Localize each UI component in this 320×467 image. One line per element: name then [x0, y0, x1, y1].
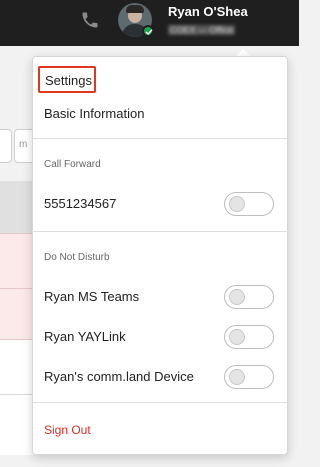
sign-out-menu-item[interactable]: Sign Out	[44, 423, 91, 437]
toggle-knob	[229, 289, 245, 305]
user-name[interactable]: Ryan O'Shea	[168, 4, 248, 19]
divider	[32, 138, 288, 139]
dnd-device-label: Ryan YAYLink	[44, 329, 126, 344]
background-input[interactable]	[0, 129, 12, 163]
user-status: COEX — Office	[168, 25, 235, 35]
dnd-ms-teams-toggle[interactable]	[224, 285, 274, 309]
phone-icon[interactable]	[80, 10, 100, 30]
presence-available-icon	[142, 25, 154, 37]
avatar-hair	[126, 5, 144, 13]
dnd-device-label: Ryan's comm.land Device	[44, 369, 194, 384]
toggle-knob	[229, 369, 245, 385]
background-input-placeholder: m	[19, 139, 28, 150]
do-not-disturb-section-label: Do Not Disturb	[44, 252, 110, 263]
dnd-device-label: Ryan MS Teams	[44, 289, 140, 304]
call-forward-section-label: Call Forward	[44, 159, 101, 170]
basic-information-menu-item[interactable]: Basic Information	[44, 106, 144, 121]
call-forward-toggle[interactable]	[224, 192, 274, 216]
dnd-comm-land-toggle[interactable]	[224, 365, 274, 389]
call-forward-number: 5551234567	[44, 196, 117, 211]
divider	[32, 402, 288, 403]
settings-menu-item[interactable]: Settings	[38, 66, 96, 93]
dnd-yaylink-toggle[interactable]	[224, 325, 274, 349]
toggle-knob	[229, 196, 245, 212]
toggle-knob	[229, 329, 245, 345]
divider	[32, 231, 288, 232]
